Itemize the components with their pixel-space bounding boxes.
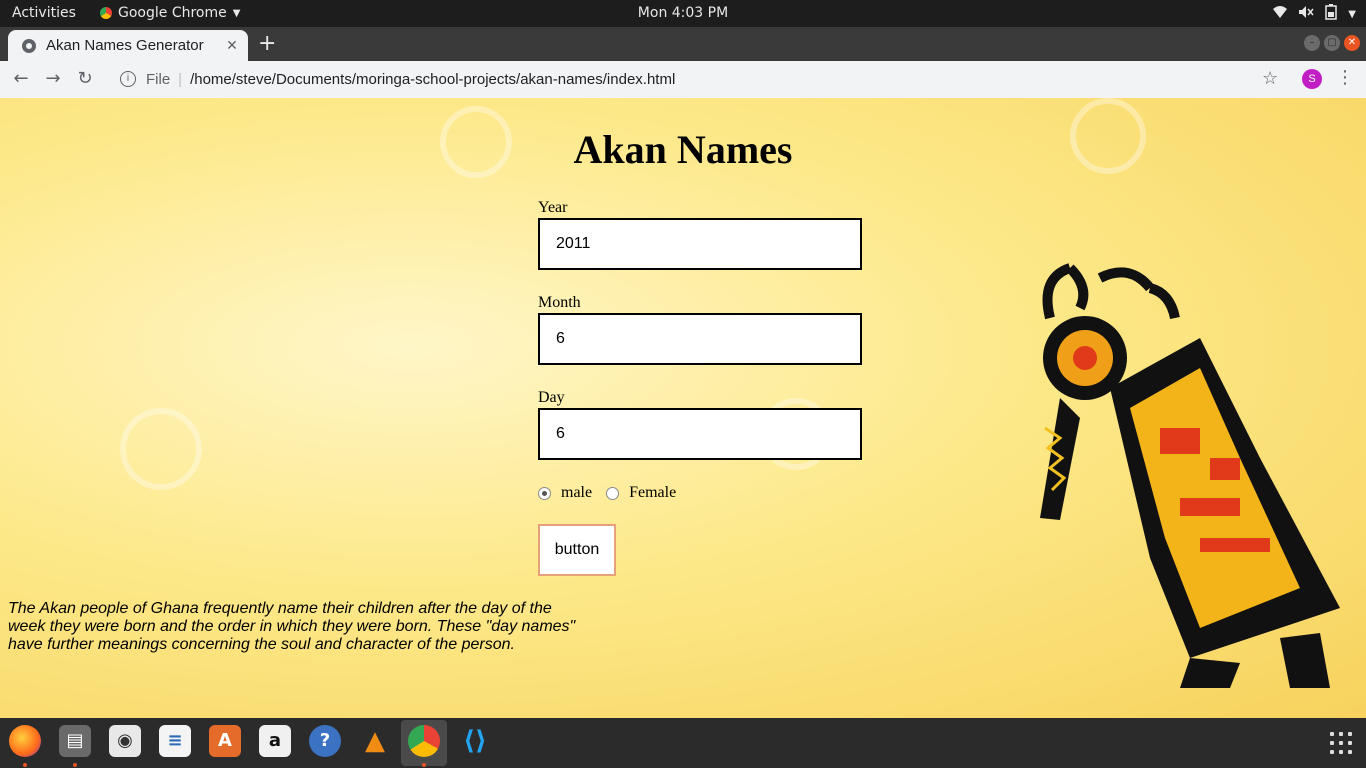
forward-arrow-icon[interactable]: → <box>42 68 64 90</box>
amazon-icon[interactable]: a <box>259 725 291 757</box>
kebab-menu-icon[interactable]: ⋮ <box>1336 67 1354 88</box>
browser-toolbar: ← → ↻ i File | /home/steve/Documents/mor… <box>0 61 1366 99</box>
close-window-icon[interactable]: ✕ <box>1344 35 1360 51</box>
vlc-icon[interactable]: ▲ <box>359 725 391 757</box>
running-indicator <box>73 763 77 767</box>
month-input[interactable] <box>538 313 862 365</box>
wifi-icon <box>1272 5 1288 23</box>
day-input[interactable] <box>538 408 862 460</box>
male-radio[interactable] <box>538 486 551 500</box>
divider: | <box>178 70 183 88</box>
year-input[interactable] <box>538 218 862 270</box>
submit-button[interactable]: button <box>538 524 616 576</box>
address-bar[interactable]: i File | /home/steve/Documents/moringa-s… <box>110 65 1294 93</box>
minimize-icon[interactable]: – <box>1304 35 1320 51</box>
chrome-icon[interactable] <box>408 725 440 757</box>
globe-icon <box>22 38 36 53</box>
running-indicator <box>23 763 27 767</box>
files-icon[interactable]: ▤ <box>59 725 91 757</box>
writer-icon[interactable]: ≡ <box>159 725 191 757</box>
chevron-down-icon: ▼ <box>1348 8 1356 20</box>
running-indicator <box>422 763 426 767</box>
maximize-icon[interactable]: ▢ <box>1324 35 1340 51</box>
url-text: /home/steve/Documents/moringa-school-pro… <box>190 70 676 88</box>
back-arrow-icon[interactable]: ← <box>10 68 32 90</box>
male-radio-label[interactable]: male <box>561 484 592 502</box>
profile-avatar[interactable]: S <box>1302 69 1322 89</box>
year-label: Year <box>538 199 568 216</box>
swirl-decoration <box>120 408 202 490</box>
volume-icon <box>1298 5 1314 23</box>
vscode-icon[interactable]: ⟨⟩ <box>459 725 491 757</box>
tab-akan-names[interactable]: Akan Names Generator ✕ <box>8 30 248 61</box>
female-radio[interactable] <box>606 486 620 500</box>
gender-radio-group: male Female <box>538 484 690 502</box>
system-top-bar: Activities Google Chrome ▼ Mon 4:03 PM ▼ <box>0 0 1366 27</box>
page-title: Akan Names <box>573 127 793 172</box>
close-tab-icon[interactable]: ✕ <box>222 38 242 54</box>
month-label: Month <box>538 294 581 311</box>
page-content: Akan Names Year Month Day male Female bu… <box>0 98 1366 718</box>
description-text: The Akan people of Ghana frequently name… <box>8 600 576 653</box>
tab-title: Akan Names Generator <box>46 37 204 54</box>
clock[interactable]: Mon 4:03 PM <box>0 5 1366 21</box>
battery-icon <box>1324 4 1338 24</box>
show-applications-icon[interactable] <box>1330 732 1352 754</box>
help-icon[interactable]: ? <box>309 725 341 757</box>
rhythmbox-icon[interactable]: ◉ <box>109 725 141 757</box>
software-icon[interactable]: A <box>209 725 241 757</box>
new-tab-icon[interactable]: + <box>258 33 276 55</box>
firefox-icon[interactable] <box>9 725 41 757</box>
female-radio-label[interactable]: Female <box>629 484 676 502</box>
dock: ▤ ◉ ≡ A a ? ▲ ⟨⟩ <box>0 718 1366 768</box>
window-controls: – ▢ ✕ <box>1304 35 1360 51</box>
kokopelli-figure-image <box>1040 263 1340 688</box>
scheme-label: File <box>146 70 171 88</box>
day-label: Day <box>538 389 565 406</box>
reload-icon[interactable]: ↻ <box>74 68 96 90</box>
system-tray[interactable]: ▼ <box>1272 4 1356 24</box>
tab-strip: Akan Names Generator ✕ + – ▢ ✕ <box>0 27 1366 61</box>
bookmark-star-icon[interactable]: ☆ <box>1262 68 1278 89</box>
info-icon[interactable]: i <box>120 71 136 87</box>
